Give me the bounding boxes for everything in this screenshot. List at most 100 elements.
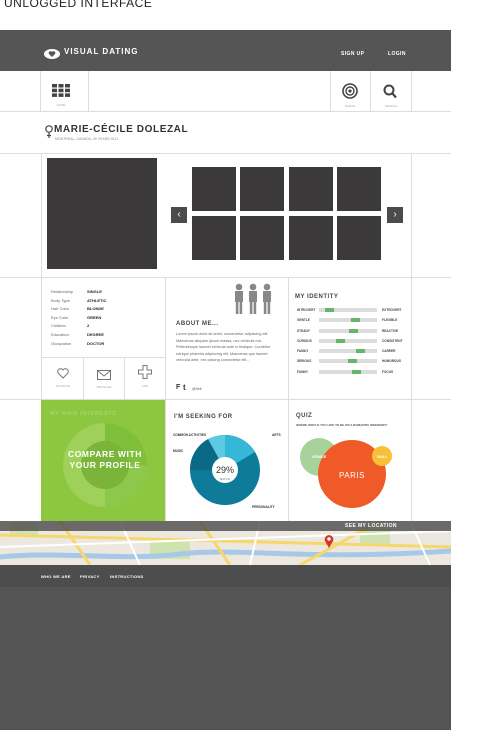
footer-background [0, 587, 451, 730]
identity-left-label: FAMILY [297, 349, 309, 354]
gallery-thumb[interactable] [289, 167, 333, 211]
compare-button[interactable]: COMPARE WITH YOUR PROFILE [59, 449, 151, 471]
seeking-title: I'M SEEKING FOR [174, 414, 233, 420]
radar-icon [342, 83, 358, 99]
home-grid-button[interactable]: HOME [52, 84, 70, 107]
details-list: Relationship SINGLE Body Type ATHLETIC Hai… [51, 289, 161, 349]
quiz-bubble-label: VENICE [311, 454, 327, 459]
search-label: SEARCH [384, 104, 398, 108]
chevron-left-icon: ‹ [177, 209, 181, 220]
identity-row: CURIOUS CONSISTENT [297, 338, 409, 349]
gallery-next-button[interactable]: › [387, 207, 403, 223]
heart-icon [57, 368, 69, 379]
see-location-link[interactable]: SEE MY LOCATION [345, 523, 397, 529]
favorite-button[interactable]: FAVORITE [44, 366, 82, 388]
seeking-label: MUSIC [173, 449, 184, 453]
add-button[interactable]: ADD [126, 365, 164, 388]
quiz-bubble-label: BALI [377, 454, 387, 459]
identity-slider [319, 338, 377, 343]
footer-instructions-link[interactable]: INSTRUCTIONS [110, 574, 144, 579]
identity-left-label: CURIOUS [297, 338, 312, 343]
search-icon [383, 84, 397, 99]
add-label: ADD [141, 384, 149, 388]
detail-label: Education [51, 331, 69, 337]
identity-row: FAMILY CAREER [297, 349, 409, 359]
identity-slider-marker [352, 369, 362, 374]
identity-slider [319, 369, 377, 374]
identity-left-label: STEADY [297, 328, 310, 333]
main-photo[interactable] [47, 158, 157, 269]
search-button[interactable]: SEARCH [382, 84, 400, 108]
radar-button[interactable]: RADAR [341, 83, 359, 108]
detail-value: BLONDE [87, 306, 104, 312]
detail-value: 2 [87, 323, 90, 329]
interests-title: MY MAIN INTERESTS [50, 411, 117, 417]
identity-slider-marker [348, 359, 358, 364]
detail-value: DOCTOR [87, 340, 105, 346]
identity-row: STEADY REACTIVE [297, 328, 409, 339]
identity-row: FUNNY FOCUS [297, 369, 409, 380]
gallery-thumb[interactable] [337, 216, 381, 260]
gallery-thumb[interactable] [289, 216, 333, 260]
gallery-thumb[interactable] [192, 216, 236, 260]
female-symbol-icon [45, 125, 53, 139]
detail-value: ATHLETIC [87, 297, 107, 303]
identity-row: GENTLE FLEXIBLE [297, 318, 409, 328]
quiz-bubble-label: PARIS [339, 471, 365, 480]
message-button[interactable]: MESSAGE [85, 367, 123, 389]
identity-left-label: FUNNY [297, 369, 308, 374]
gallery-thumb[interactable] [192, 167, 236, 211]
identity-slider [319, 328, 377, 333]
login-link[interactable]: LOGIN [388, 51, 406, 57]
identity-left-label: INTROVERT [297, 308, 316, 312]
identity-right-label: FOCUS [382, 369, 394, 374]
facebook-icon[interactable]: F [176, 384, 180, 391]
identity-title: MY IDENTITY [295, 294, 339, 300]
map-pin-icon [324, 534, 334, 548]
twitter-icon[interactable]: t [183, 383, 186, 392]
identity-slider [319, 359, 377, 364]
identity-right-label: REACTIVE [382, 328, 399, 333]
profile-name: MARIE-CÉCILE DOLEZAL [54, 124, 189, 135]
identity-left-label: GENTLE [297, 318, 310, 323]
footer-who-link[interactable]: WHO WE ARE [41, 574, 71, 579]
gallery-thumb[interactable] [240, 216, 284, 260]
identity-slider [319, 318, 377, 323]
detail-label: Relationship [51, 289, 74, 294]
heart-logo-icon [44, 46, 60, 59]
gallery-prev-button[interactable]: ‹ [171, 207, 187, 223]
chevron-right-icon: › [393, 209, 397, 220]
home-label: HOME [56, 103, 66, 107]
detail-label: Occupation [51, 340, 72, 346]
detail-value: SINGLE [87, 289, 102, 294]
detail-label: Body Type [51, 297, 70, 303]
about-title: ABOUT ME... [176, 321, 219, 327]
identity-slider-marker [355, 349, 365, 354]
plus-icon [138, 365, 152, 379]
identity-slider-marker [336, 338, 346, 343]
detail-label: Hair Color [51, 306, 70, 312]
brand-name[interactable]: VISUAL DATING [64, 47, 138, 56]
seeking-label: COMMON ACTIVITIES [173, 433, 207, 437]
detail-value: DEGREE [87, 331, 104, 337]
people-icon [232, 283, 276, 315]
seeking-label: PERSONALITY [252, 505, 275, 509]
identity-list: INTROVERT EXTROVERT GENTLE FLEXIBLE STEADY RE… [297, 308, 409, 380]
gallery-thumb[interactable] [337, 167, 381, 211]
identity-row: SERIOUS HUMOROUS [297, 359, 409, 369]
identity-slider-marker [324, 308, 334, 312]
quiz-title: QUIZ [296, 413, 313, 419]
gallery-thumb[interactable] [240, 167, 284, 211]
identity-row: INTROVERT EXTROVERT [297, 308, 409, 318]
grid-icon [52, 84, 70, 97]
identity-slider-marker [349, 328, 359, 333]
footer-privacy-link[interactable]: PRIVACY [80, 574, 100, 579]
identity-right-label: EXTROVERT [382, 308, 402, 312]
identity-right-label: FLEXIBLE [382, 318, 398, 323]
identity-right-label: CAREER [382, 349, 396, 354]
quiz-question: WHERE WOULD YOU LIKE TO BE ON A ROMANTIC… [296, 423, 388, 427]
seeking-label: ARTS [272, 433, 281, 437]
signup-link[interactable]: SIGN UP [341, 51, 364, 57]
identity-right-label: HUMOROUS [382, 359, 401, 364]
page-caption: UNLOGGED INTERFACE [4, 0, 153, 10]
